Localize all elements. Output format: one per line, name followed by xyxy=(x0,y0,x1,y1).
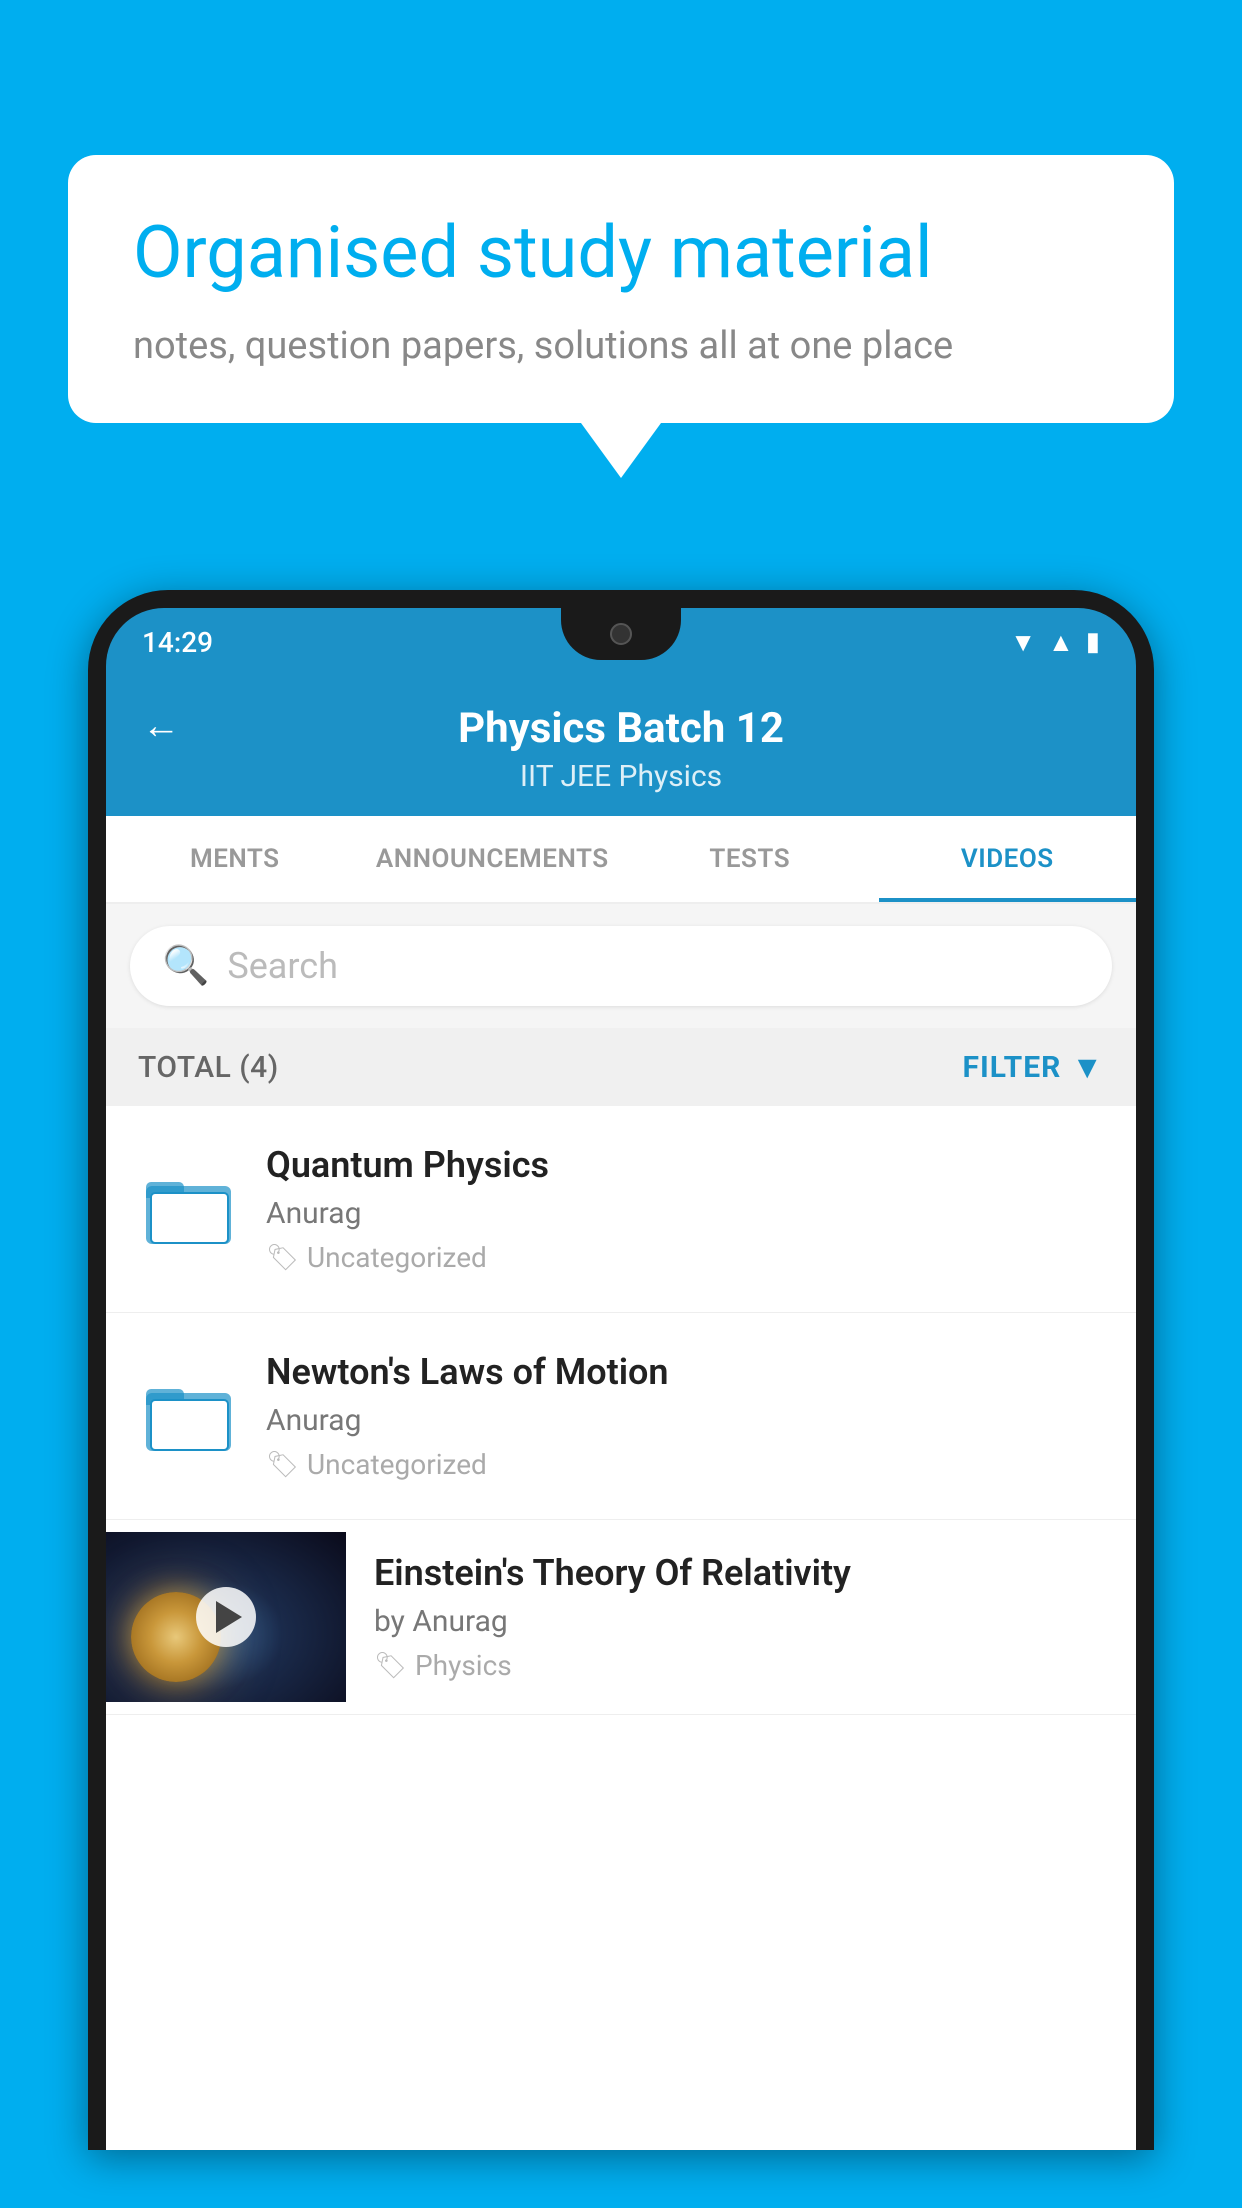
play-icon xyxy=(216,1601,242,1633)
signal-icon: ▲ xyxy=(1048,627,1074,658)
back-button[interactable]: ← xyxy=(142,704,180,748)
video-tag: 🏷 Uncategorized xyxy=(266,1241,1104,1274)
tab-ments[interactable]: MENTS xyxy=(106,816,364,902)
app-header: ← Physics Batch 12 IIT JEE Physics xyxy=(106,676,1136,816)
video-title: Quantum Physics xyxy=(266,1144,1104,1186)
bubble-title: Organised study material xyxy=(133,210,1109,296)
tab-announcements[interactable]: ANNOUNCEMENTS xyxy=(364,816,622,902)
search-input[interactable]: Search xyxy=(227,945,338,987)
app-subtitle: IIT JEE Physics xyxy=(520,759,722,794)
camera xyxy=(610,623,632,645)
folder-icon-wrapper xyxy=(138,1159,238,1259)
folder-icon xyxy=(146,1381,231,1451)
list-item[interactable]: Newton's Laws of Motion Anurag 🏷 Uncateg… xyxy=(106,1313,1136,1520)
list-item[interactable]: Quantum Physics Anurag 🏷 Uncategorized xyxy=(106,1106,1136,1313)
search-icon: 🔍 xyxy=(162,944,209,988)
time-display: 14:29 xyxy=(142,626,213,659)
video-info: Einstein's Theory Of Relativity by Anura… xyxy=(374,1520,1104,1714)
phone-mockup: 14:29 ▼ ▲ ▮ ← Physics Batch 12 IIT JEE P… xyxy=(88,590,1154,2208)
wifi-icon: ▼ xyxy=(1010,627,1036,658)
tag-label: Uncategorized xyxy=(307,1448,487,1481)
list-item[interactable]: Einstein's Theory Of Relativity by Anura… xyxy=(106,1520,1136,1715)
video-list: Quantum Physics Anurag 🏷 Uncategorized xyxy=(106,1106,1136,1715)
video-tag: 🏷 Physics xyxy=(374,1649,1104,1682)
folder-icon xyxy=(146,1174,231,1244)
tag-label: Uncategorized xyxy=(307,1241,487,1274)
video-info: Quantum Physics Anurag 🏷 Uncategorized xyxy=(266,1144,1104,1274)
status-icons: ▼ ▲ ▮ xyxy=(1010,627,1100,658)
app-screen: ← Physics Batch 12 IIT JEE Physics MENTS… xyxy=(106,676,1136,2150)
tag-label: Physics xyxy=(415,1649,512,1682)
speech-bubble: Organised study material notes, question… xyxy=(68,155,1174,423)
tab-tests[interactable]: TESTS xyxy=(621,816,879,902)
battery-icon: ▮ xyxy=(1086,627,1100,657)
bubble-arrow xyxy=(581,423,661,478)
filter-label: FILTER xyxy=(963,1050,1062,1085)
folder-icon-wrapper xyxy=(138,1366,238,1466)
status-bar: 14:29 ▼ ▲ ▮ xyxy=(106,608,1136,676)
video-author: by Anurag xyxy=(374,1604,1104,1639)
search-bar[interactable]: 🔍 Search xyxy=(130,926,1112,1006)
tag-icon: 🏷 xyxy=(266,1243,299,1273)
tag-icon: 🏷 xyxy=(374,1651,407,1681)
filter-button[interactable]: FILTER ▼ xyxy=(963,1048,1105,1086)
video-thumbnail xyxy=(106,1532,346,1702)
phone-outer: 14:29 ▼ ▲ ▮ ← Physics Batch 12 IIT JEE P… xyxy=(88,590,1154,2150)
filter-bar: TOTAL (4) FILTER ▼ xyxy=(106,1028,1136,1106)
speech-bubble-section: Organised study material notes, question… xyxy=(68,155,1174,478)
notch xyxy=(561,608,681,660)
video-author: Anurag xyxy=(266,1196,1104,1231)
video-tag: 🏷 Uncategorized xyxy=(266,1448,1104,1481)
app-title: Physics Batch 12 xyxy=(458,704,784,753)
video-author: Anurag xyxy=(266,1403,1104,1438)
play-button[interactable] xyxy=(196,1587,256,1647)
filter-icon: ▼ xyxy=(1071,1048,1104,1086)
total-count: TOTAL (4) xyxy=(138,1050,279,1085)
video-info: Newton's Laws of Motion Anurag 🏷 Uncateg… xyxy=(266,1351,1104,1481)
video-title: Newton's Laws of Motion xyxy=(266,1351,1104,1393)
tabs-bar: MENTS ANNOUNCEMENTS TESTS VIDEOS xyxy=(106,816,1136,904)
tab-videos[interactable]: VIDEOS xyxy=(879,816,1137,902)
tag-icon: 🏷 xyxy=(266,1450,299,1480)
video-title: Einstein's Theory Of Relativity xyxy=(374,1552,1104,1594)
bubble-subtitle: notes, question papers, solutions all at… xyxy=(133,324,1109,368)
search-container: 🔍 Search xyxy=(106,904,1136,1028)
